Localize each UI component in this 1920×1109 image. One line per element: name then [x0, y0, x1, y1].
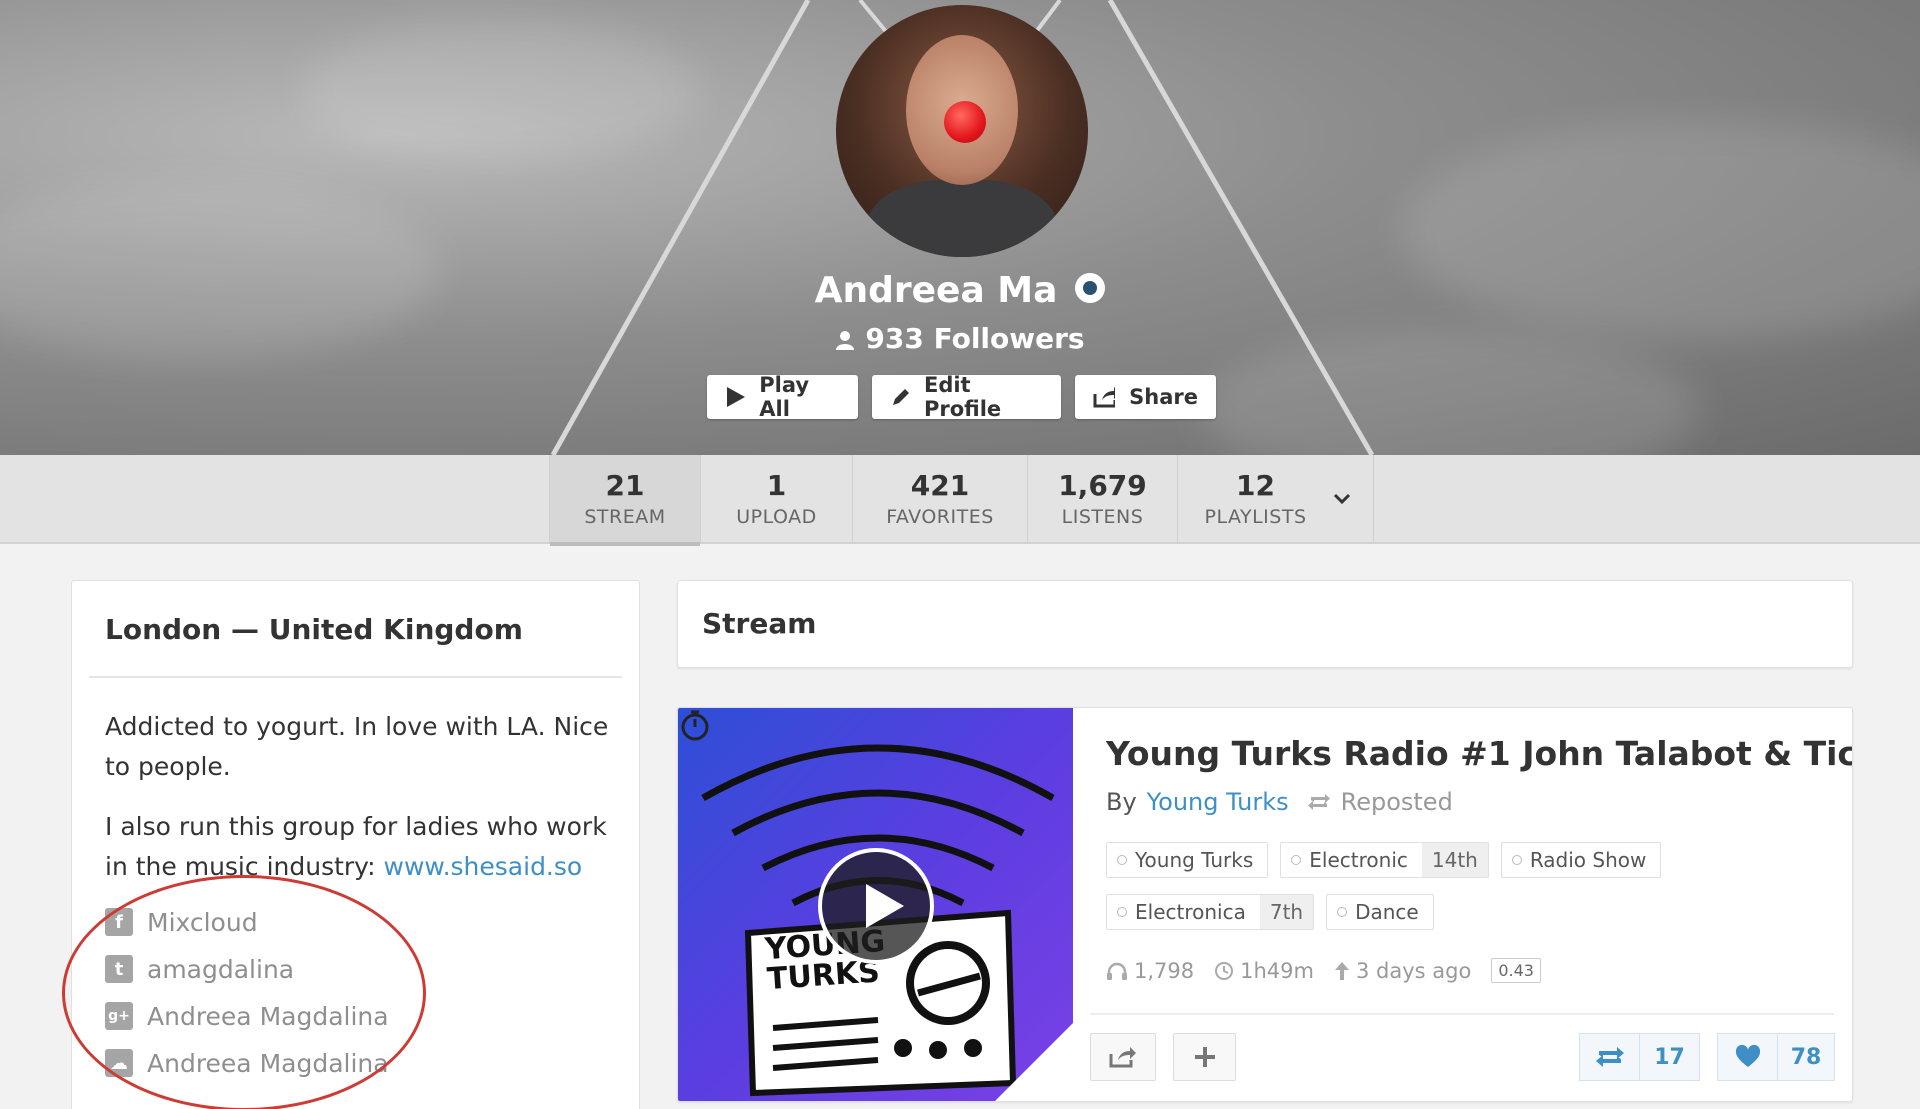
location: London — United Kingdom: [105, 613, 523, 646]
tab-stream[interactable]: 21 STREAM: [549, 455, 700, 546]
tab-count: 1,679: [1058, 469, 1147, 502]
edit-profile-label: Edit Profile: [923, 373, 1002, 421]
chevron-down-icon[interactable]: [1333, 493, 1351, 505]
tab-label: LISTENS: [1061, 506, 1144, 528]
heart-icon: [1735, 1045, 1760, 1067]
share-track-button[interactable]: [1090, 1033, 1156, 1081]
artist-link[interactable]: Young Turks: [1147, 788, 1289, 816]
followers-label: 933 Followers: [865, 322, 1085, 355]
profile-name: Andreea Ma: [814, 270, 1058, 311]
tab-count: 21: [605, 469, 645, 502]
tab-upload[interactable]: 1 UPLOAD: [700, 455, 852, 544]
plays-count: 1,798: [1106, 959, 1194, 983]
tab-count: 12: [1236, 469, 1275, 502]
profile-name-row: Andreea Ma: [0, 270, 1920, 311]
tag-name: Electronic: [1281, 848, 1422, 872]
pencil-icon: [893, 389, 909, 405]
plays-value: 1,798: [1134, 958, 1195, 983]
bio-paragraph: I also run this group for ladies who wor…: [105, 807, 615, 887]
stream-header: Stream: [677, 580, 1853, 668]
followers-count[interactable]: 933 Followers: [0, 322, 1920, 355]
tag[interactable]: Electronic 14th: [1280, 842, 1489, 878]
repost-button[interactable]: 17: [1579, 1033, 1700, 1081]
tag-rank: 7th: [1259, 895, 1314, 929]
share-icon: [1093, 387, 1116, 408]
tab-count: 421: [910, 469, 970, 502]
play-all-button[interactable]: Play All: [707, 373, 858, 421]
shesaid-link[interactable]: www.shesaid.so: [384, 852, 583, 881]
reposted-label: Reposted: [1340, 788, 1453, 816]
timer-icon[interactable]: [678, 708, 712, 742]
edit-profile-button[interactable]: Edit Profile: [872, 373, 1061, 421]
tab-label: UPLOAD: [736, 506, 817, 528]
pro-badge-icon: [1075, 273, 1106, 303]
tab-listens[interactable]: 1,679 LISTENS: [1027, 455, 1177, 544]
share-button[interactable]: Share: [1075, 375, 1216, 419]
share-label: Share: [1129, 385, 1198, 409]
favorite-button[interactable]: 78: [1717, 1033, 1835, 1081]
avatar[interactable]: [836, 5, 1088, 257]
score-badge: 0.43: [1491, 958, 1541, 983]
tab-count: 1: [766, 469, 787, 502]
track-cover[interactable]: YOUNG TURKS: [678, 708, 1073, 1101]
tag-row: Young Turks Electronic 14th Radio Show: [1106, 842, 1662, 878]
track-title[interactable]: Young Turks Radio #1 John Talabot & Tic: [1106, 734, 1852, 773]
tag-name: Dance: [1327, 900, 1433, 924]
play-all-label: Play All: [759, 373, 810, 421]
divider: [1090, 1013, 1834, 1015]
upload-time-value: 3 days ago: [1355, 958, 1472, 983]
profile-tab-bar: 21 STREAM 1 UPLOAD 421 FAVORITES 1,679 L…: [0, 455, 1920, 546]
red-annotation-circle: [62, 875, 426, 1109]
profile-header: Andreea Ma 933 Followers Play All Edit P…: [0, 0, 1920, 455]
duration-value: 1h49m: [1240, 958, 1314, 983]
bio-paragraph: Addicted to yogurt. In love with LA. Nic…: [105, 712, 609, 781]
upload-time: 3 days ago: [1334, 959, 1471, 983]
play-icon: [727, 387, 745, 407]
clock-icon: [1215, 961, 1234, 980]
tag-rank: 14th: [1421, 843, 1488, 877]
tab-playlists[interactable]: 12 PLAYLISTS: [1177, 455, 1374, 544]
favorite-count: 78: [1790, 1044, 1822, 1070]
tag[interactable]: Young Turks: [1106, 842, 1269, 878]
divider: [89, 676, 622, 678]
tag-name: Young Turks: [1107, 848, 1267, 872]
tag[interactable]: Radio Show: [1500, 842, 1662, 878]
tag[interactable]: Electronica 7th: [1106, 894, 1315, 930]
tag[interactable]: Dance: [1326, 894, 1434, 930]
tab-label: FAVORITES: [886, 506, 994, 528]
track-byline: By Young Turks Reposted: [1106, 788, 1453, 816]
by-prefix: By: [1106, 788, 1137, 816]
share-icon: [1109, 1047, 1136, 1068]
tag-row: Electronica 7th Dance: [1106, 894, 1434, 930]
person-icon: [836, 331, 855, 350]
track-meta: 1,798 1h49m 3 days ago 0.43: [1106, 958, 1541, 983]
tag-name: Radio Show: [1502, 848, 1661, 872]
tab-label: STREAM: [584, 506, 666, 528]
tab-favorites[interactable]: 421 FAVORITES: [852, 455, 1027, 544]
bio: Addicted to yogurt. In love with LA. Nic…: [105, 707, 615, 907]
reposted-indicator: Reposted: [1307, 788, 1453, 816]
track-card: YOUNG TURKS Young Turks Radio #1 John Ta…: [677, 707, 1853, 1102]
cover-corner: [993, 1023, 1073, 1101]
repost-icon: [1307, 794, 1330, 810]
repost-count: 17: [1654, 1044, 1685, 1070]
tag-name: Electronica: [1107, 900, 1260, 924]
repost-icon: [1595, 1047, 1624, 1067]
duration: 1h49m: [1214, 959, 1314, 983]
stream-heading: Stream: [702, 607, 817, 640]
headphones-icon: [1107, 962, 1127, 980]
play-track-button[interactable]: [818, 848, 934, 964]
tab-label: PLAYLISTS: [1204, 506, 1307, 528]
upload-arrow-icon: [1334, 961, 1349, 980]
plus-icon: [1194, 1047, 1215, 1067]
add-to-playlist-button[interactable]: [1173, 1033, 1236, 1081]
